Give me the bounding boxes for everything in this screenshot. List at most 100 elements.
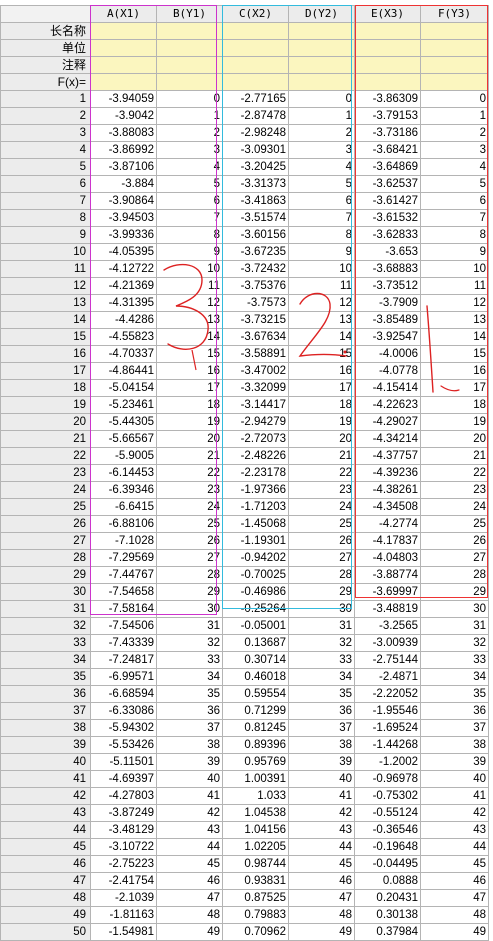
data-cell[interactable]: 13 [288,311,355,329]
data-cell[interactable]: -1.95546 [354,702,421,720]
data-cell[interactable]: 46 [156,872,223,890]
data-cell[interactable]: -3.86309 [354,90,421,108]
data-cell[interactable]: 2 [420,124,489,142]
data-cell[interactable]: 14 [156,328,223,346]
data-cell[interactable]: -3.60156 [222,226,289,244]
data-cell[interactable]: -2.98248 [222,124,289,142]
data-cell[interactable]: -4.86441 [90,362,157,380]
row-header[interactable]: 34 [0,651,91,669]
data-cell[interactable]: -7.44767 [90,566,157,584]
data-cell[interactable]: 30 [288,600,355,618]
meta-cell[interactable] [288,39,355,57]
data-cell[interactable]: -0.46986 [222,583,289,601]
data-cell[interactable]: -3.73215 [222,311,289,329]
column-header-a[interactable]: A(X1) [90,5,157,23]
data-cell[interactable]: -0.05001 [222,617,289,635]
data-cell[interactable]: 1.00391 [222,770,289,788]
data-cell[interactable]: -4.39236 [354,464,421,482]
meta-cell[interactable] [354,56,421,74]
data-cell[interactable]: 31 [156,617,223,635]
data-cell[interactable]: 1.04156 [222,821,289,839]
data-cell[interactable]: -3.7909 [354,294,421,312]
data-cell[interactable]: 9 [288,243,355,261]
data-cell[interactable]: -0.25264 [222,600,289,618]
data-cell[interactable]: -0.94202 [222,549,289,567]
data-cell[interactable]: 16 [288,362,355,380]
data-cell[interactable]: -3.09301 [222,141,289,159]
data-cell[interactable]: 10 [156,260,223,278]
data-cell[interactable]: -5.23461 [90,396,157,414]
data-cell[interactable]: 0.79883 [222,906,289,924]
meta-cell[interactable] [288,22,355,40]
data-cell[interactable]: -3.85489 [354,311,421,329]
data-cell[interactable]: -3.61427 [354,192,421,210]
data-cell[interactable]: 39 [420,753,489,771]
data-cell[interactable]: 28 [420,566,489,584]
data-cell[interactable]: -3.47002 [222,362,289,380]
data-cell[interactable]: 21 [156,447,223,465]
data-cell[interactable]: 1.033 [222,787,289,805]
data-cell[interactable]: 0.13687 [222,634,289,652]
row-header[interactable]: 4 [0,141,91,159]
data-cell[interactable]: -1.81163 [90,906,157,924]
data-cell[interactable]: 28 [156,566,223,584]
data-cell[interactable]: -3.92547 [354,328,421,346]
data-cell[interactable]: -0.04495 [354,855,421,873]
data-cell[interactable]: 14 [420,328,489,346]
data-cell[interactable]: -2.72073 [222,430,289,448]
data-cell[interactable]: 15 [288,345,355,363]
data-cell[interactable]: 38 [420,736,489,754]
data-cell[interactable]: 3 [156,141,223,159]
data-cell[interactable]: 10 [420,260,489,278]
data-cell[interactable]: 40 [156,770,223,788]
row-header[interactable]: 3 [0,124,91,142]
data-cell[interactable]: -7.43339 [90,634,157,652]
data-cell[interactable]: 7 [156,209,223,227]
data-cell[interactable]: -3.48819 [354,600,421,618]
data-cell[interactable]: -3.90864 [90,192,157,210]
data-cell[interactable]: -3.67634 [222,328,289,346]
data-cell[interactable]: 47 [288,889,355,907]
data-cell[interactable]: 12 [288,294,355,312]
meta-cell[interactable] [354,39,421,57]
meta-cell[interactable] [420,39,489,57]
row-header[interactable]: 46 [0,855,91,873]
row-header[interactable]: 37 [0,702,91,720]
data-cell[interactable]: -3.2565 [354,617,421,635]
row-header[interactable]: 15 [0,328,91,346]
meta-row-label[interactable]: 注释 [0,56,91,74]
data-cell[interactable]: 35 [156,685,223,703]
data-cell[interactable]: 19 [156,413,223,431]
data-cell[interactable]: 25 [156,515,223,533]
row-header[interactable]: 48 [0,889,91,907]
data-cell[interactable]: 23 [288,481,355,499]
data-cell[interactable]: -4.37757 [354,447,421,465]
data-cell[interactable]: -3.79153 [354,107,421,125]
data-cell[interactable]: 4 [288,158,355,176]
row-header[interactable]: 17 [0,362,91,380]
data-cell[interactable]: 32 [288,634,355,652]
data-cell[interactable]: -0.75302 [354,787,421,805]
data-cell[interactable]: 41 [288,787,355,805]
data-cell[interactable]: -4.27803 [90,787,157,805]
data-cell[interactable]: 26 [288,532,355,550]
data-cell[interactable]: 21 [288,447,355,465]
data-cell[interactable]: -4.05395 [90,243,157,261]
data-cell[interactable]: -3.62537 [354,175,421,193]
data-cell[interactable]: 42 [156,804,223,822]
data-cell[interactable]: -4.38261 [354,481,421,499]
data-cell[interactable]: -3.73512 [354,277,421,295]
data-cell[interactable]: 0.46018 [222,668,289,686]
row-header[interactable]: 50 [0,923,91,941]
data-cell[interactable]: -3.32099 [222,379,289,397]
data-cell[interactable]: -3.41863 [222,192,289,210]
data-cell[interactable]: 33 [420,651,489,669]
data-cell[interactable]: -4.15414 [354,379,421,397]
data-cell[interactable]: 0 [288,90,355,108]
data-cell[interactable]: 23 [420,481,489,499]
row-header[interactable]: 40 [0,753,91,771]
data-cell[interactable]: 37 [156,719,223,737]
data-cell[interactable]: 12 [156,294,223,312]
data-cell[interactable]: -1.45068 [222,515,289,533]
data-cell[interactable]: -1.44268 [354,736,421,754]
